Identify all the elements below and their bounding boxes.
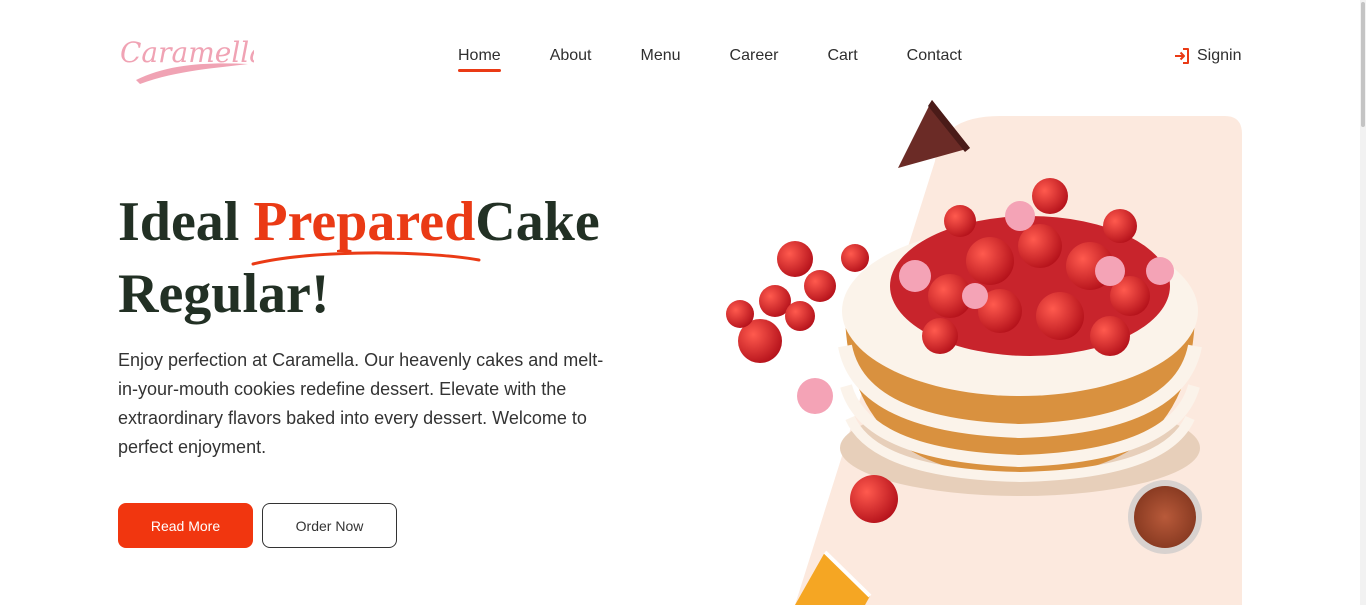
nav-contact[interactable]: Contact bbox=[907, 46, 962, 66]
cake-illustration bbox=[726, 100, 1242, 605]
hero-title: Ideal Prepared Cake Regular! bbox=[118, 186, 678, 330]
nav-career[interactable]: Career bbox=[730, 46, 779, 66]
hero-title-part1: Ideal bbox=[118, 191, 254, 253]
page-scrollbar[interactable] bbox=[1360, 0, 1366, 605]
accent-underline bbox=[251, 251, 481, 266]
nav-about[interactable]: About bbox=[550, 46, 592, 66]
caramella-logo-art: Caramella bbox=[120, 36, 254, 84]
nav-menu[interactable]: Menu bbox=[641, 46, 681, 66]
login-icon bbox=[1175, 48, 1189, 64]
signin-link[interactable]: Signin bbox=[1173, 47, 1241, 65]
order-now-button[interactable]: Order Now bbox=[262, 503, 397, 548]
hero-title-accent-text: Prepared bbox=[253, 191, 476, 253]
read-more-button[interactable]: Read More bbox=[118, 503, 253, 548]
hero-title-part2: Cake bbox=[475, 191, 600, 253]
nav-home[interactable]: Home bbox=[458, 46, 501, 72]
hero-description: Enjoy perfection at Caramella. Our heave… bbox=[118, 350, 604, 457]
hero-image bbox=[700, 96, 1260, 605]
cocoa-powder-bowl bbox=[1128, 480, 1202, 554]
signin-label: Signin bbox=[1197, 47, 1242, 64]
brand-logo[interactable]: Caramella bbox=[118, 26, 254, 88]
nav-cart[interactable]: Cart bbox=[827, 46, 857, 66]
scrollbar-thumb[interactable] bbox=[1361, 2, 1365, 127]
hero-title-accent: Prepared bbox=[251, 186, 481, 266]
main-nav: Home About Menu Career Cart Contact bbox=[458, 46, 1011, 72]
hero-title-line2: Regular! bbox=[118, 263, 330, 325]
